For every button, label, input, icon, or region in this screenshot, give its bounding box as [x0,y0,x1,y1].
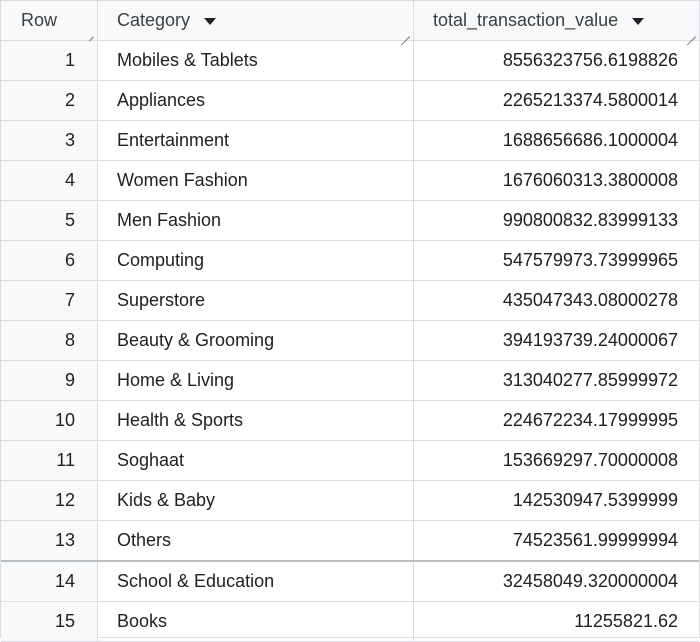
row-number: 10 [1,401,98,440]
table-row[interactable]: 9 Home & Living 313040277.85999972 [1,361,699,401]
category-cell: Superstore [98,281,414,320]
column-header-row-label: Row [21,10,58,30]
category-cell: Books [98,602,414,641]
table-row[interactable]: 13 Others 74523561.99999994 [1,521,699,562]
sort-caret-down-icon[interactable] [204,18,217,25]
row-number: 14 [1,562,98,601]
category-cell: Health & Sports [98,401,414,440]
column-header-row[interactable]: Row [1,1,98,40]
row-number: 4 [1,161,98,200]
total-transaction-value-cell: 435047343.08000278 [502,290,678,310]
row-number: 11 [1,441,98,480]
table-row[interactable]: 12 Kids & Baby 142530947.5399999 [1,481,699,521]
table-body: 1 Mobiles & Tablets 8556323756.6198826 2… [1,41,699,642]
total-transaction-value-cell: 74523561.99999994 [512,530,678,550]
column-resize-handle-icon[interactable] [400,27,410,37]
total-transaction-value-cell: 142530947.5399999 [512,490,678,510]
total-transaction-value-cell: 32458049.320000004 [502,571,678,591]
table-row[interactable]: 8 Beauty & Grooming 394193739.24000067 [1,321,699,361]
column-header-value-label: total_transaction_value [433,10,619,30]
total-transaction-value-cell: 394193739.24000067 [502,330,678,350]
total-transaction-value-cell: 224672234.17999995 [502,410,678,430]
table-header: Row Category total_transaction_value [1,1,699,41]
sort-caret-down-icon[interactable] [632,18,645,25]
total-transaction-value-cell: 11255821.62 [574,611,678,631]
category-cell: Kids & Baby [98,481,414,520]
table-row[interactable]: 2 Appliances 2265213374.5800014 [1,81,699,121]
column-resize-handle-icon[interactable] [84,27,94,37]
results-table: Row Category total_transaction_value 1 M… [0,0,700,642]
table-row[interactable]: 3 Entertainment 1688656686.1000004 [1,121,699,161]
column-header-category[interactable]: Category [98,1,414,40]
total-transaction-value-cell: 1676060313.3800008 [502,170,678,190]
table-row[interactable]: 4 Women Fashion 1676060313.3800008 [1,161,699,201]
category-cell: Mobiles & Tablets [98,41,414,80]
row-number: 2 [1,81,98,120]
column-resize-handle-icon[interactable] [686,27,696,37]
row-number: 15 [1,602,98,641]
row-number: 9 [1,361,98,400]
category-cell: Entertainment [98,121,414,160]
total-transaction-value-cell: 1688656686.1000004 [502,130,678,150]
category-cell: Men Fashion [98,201,414,240]
table-row[interactable]: 6 Computing 547579973.73999965 [1,241,699,281]
table-row[interactable]: 10 Health & Sports 224672234.17999995 [1,401,699,441]
total-transaction-value-cell: 153669297.70000008 [502,450,678,470]
row-number: 13 [1,521,98,560]
row-number: 12 [1,481,98,520]
column-header-category-label: Category [117,10,191,30]
category-cell: Computing [98,241,414,280]
category-cell: Home & Living [98,361,414,400]
table-row[interactable]: 15 Books 11255821.62 [1,602,699,642]
total-transaction-value-cell: 547579973.73999965 [502,250,678,270]
total-transaction-value-cell: 8556323756.6198826 [502,50,678,70]
table-row[interactable]: 7 Superstore 435047343.08000278 [1,281,699,321]
total-transaction-value-cell: 990800832.83999133 [502,210,678,230]
row-number: 5 [1,201,98,240]
category-cell: Others [98,521,414,560]
category-cell: Women Fashion [98,161,414,200]
row-number: 8 [1,321,98,360]
total-transaction-value-cell: 2265213374.5800014 [502,90,678,110]
row-number: 6 [1,241,98,280]
category-cell: Appliances [98,81,414,120]
total-transaction-value-cell: 313040277.85999972 [502,370,678,390]
row-number: 1 [1,41,98,80]
table-row[interactable]: 11 Soghaat 153669297.70000008 [1,441,699,481]
column-header-total-transaction-value[interactable]: total_transaction_value [414,1,699,40]
table-row[interactable]: 1 Mobiles & Tablets 8556323756.6198826 [1,41,699,81]
row-number: 7 [1,281,98,320]
category-cell: School & Education [98,562,414,601]
row-number: 3 [1,121,98,160]
category-cell: Beauty & Grooming [98,321,414,360]
table-row[interactable]: 5 Men Fashion 990800832.83999133 [1,201,699,241]
category-cell: Soghaat [98,441,414,480]
table-row[interactable]: 14 School & Education 32458049.320000004 [1,562,699,602]
